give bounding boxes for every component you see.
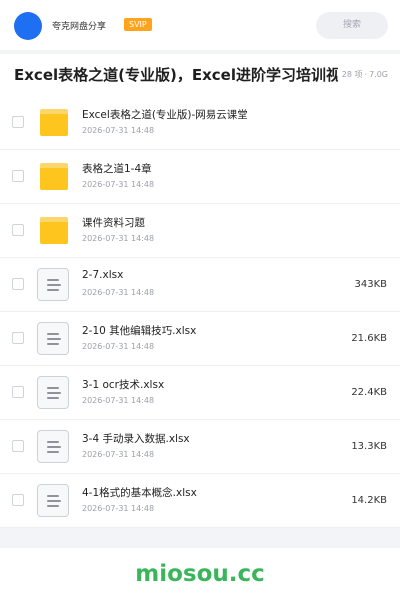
header-bar: 夸克网盘分享 SVIP 搜索 <box>0 0 400 50</box>
meta-separator: · <box>364 70 368 79</box>
list-item[interactable]: 4-1格式的基本概念.xlsx 2026-07-31 14:48 14.2KB <box>0 474 400 528</box>
item-time: 2026-07-31 14:48 <box>82 234 155 243</box>
search-input[interactable]: 搜索 <box>316 12 388 39</box>
folder-icon <box>40 109 68 136</box>
footer: miosou.cc <box>0 548 400 600</box>
item-time: 2026-07-31 14:48 <box>82 126 155 135</box>
svip-badge: SVIP <box>124 18 152 31</box>
item-time: 2026-07-31 14:48 <box>82 450 155 459</box>
document-icon <box>37 430 69 463</box>
select-checkbox[interactable] <box>12 278 24 290</box>
folder-icon <box>40 163 68 190</box>
select-checkbox[interactable] <box>12 116 24 128</box>
item-name: Excel表格之道(专业版)-网易云课堂 <box>82 109 248 121</box>
item-name: 2-7.xlsx <box>82 269 124 281</box>
item-name: 2-10 其他编辑技巧.xlsx <box>82 325 197 337</box>
title-bar: Excel表格之道(专业版)，Excel进阶学习培训视频 28 项 · 7.0G <box>0 54 400 96</box>
site-watermark: miosou.cc <box>135 561 265 587</box>
item-name: 3-4 手动录入数据.xlsx <box>82 433 190 445</box>
item-name: 表格之道1-4章 <box>82 163 152 175</box>
item-size: 13.3KB <box>351 441 387 452</box>
item-time: 2026-07-31 14:48 <box>82 342 155 351</box>
avatar[interactable] <box>14 12 42 40</box>
folder-icon <box>40 217 68 244</box>
list-item[interactable]: 2-7.xlsx 2026-07-31 14:48 343KB <box>0 258 400 312</box>
list-item[interactable]: 3-4 手动录入数据.xlsx 2026-07-31 14:48 13.3KB <box>0 420 400 474</box>
file-list: Excel表格之道(专业版)-网易云课堂 2026-07-31 14:48 表格… <box>0 96 400 528</box>
item-time: 2026-07-31 14:48 <box>82 288 155 297</box>
select-checkbox[interactable] <box>12 332 24 344</box>
document-icon <box>37 268 69 301</box>
item-name: 3-1 ocr技术.xlsx <box>82 379 165 391</box>
list-item[interactable]: 课件资料习题 2026-07-31 14:48 <box>0 204 400 258</box>
select-checkbox[interactable] <box>12 386 24 398</box>
item-time: 2026-07-31 14:48 <box>82 396 155 405</box>
select-checkbox[interactable] <box>12 224 24 236</box>
document-icon <box>37 322 69 355</box>
list-item[interactable]: 表格之道1-4章 2026-07-31 14:48 <box>0 150 400 204</box>
page-title: Excel表格之道(专业版)，Excel进阶学习培训视频 <box>14 66 338 84</box>
list-item[interactable]: 2-10 其他编辑技巧.xlsx 2026-07-31 14:48 21.6KB <box>0 312 400 366</box>
item-time: 2026-07-31 14:48 <box>82 180 155 189</box>
list-item[interactable]: 3-1 ocr技术.xlsx 2026-07-31 14:48 22.4KB <box>0 366 400 420</box>
item-size: 22.4KB <box>351 387 387 398</box>
share-name: 夸克网盘分享 <box>52 22 107 32</box>
item-name: 4-1格式的基本概念.xlsx <box>82 487 197 499</box>
total-size: 7.0G <box>369 70 388 79</box>
folder-meta: 28 项 · 7.0G <box>340 69 388 80</box>
document-icon <box>37 376 69 409</box>
list-item[interactable]: Excel表格之道(专业版)-网易云课堂 2026-07-31 14:48 <box>0 96 400 150</box>
item-size: 343KB <box>354 279 387 290</box>
item-name: 课件资料习题 <box>82 217 145 229</box>
select-checkbox[interactable] <box>12 440 24 452</box>
select-checkbox[interactable] <box>12 170 24 182</box>
select-checkbox[interactable] <box>12 494 24 506</box>
item-time: 2026-07-31 14:48 <box>82 504 155 513</box>
item-size: 14.2KB <box>351 495 387 506</box>
item-size: 21.6KB <box>351 333 387 344</box>
document-icon <box>37 484 69 517</box>
item-count: 28 项 <box>341 70 363 79</box>
